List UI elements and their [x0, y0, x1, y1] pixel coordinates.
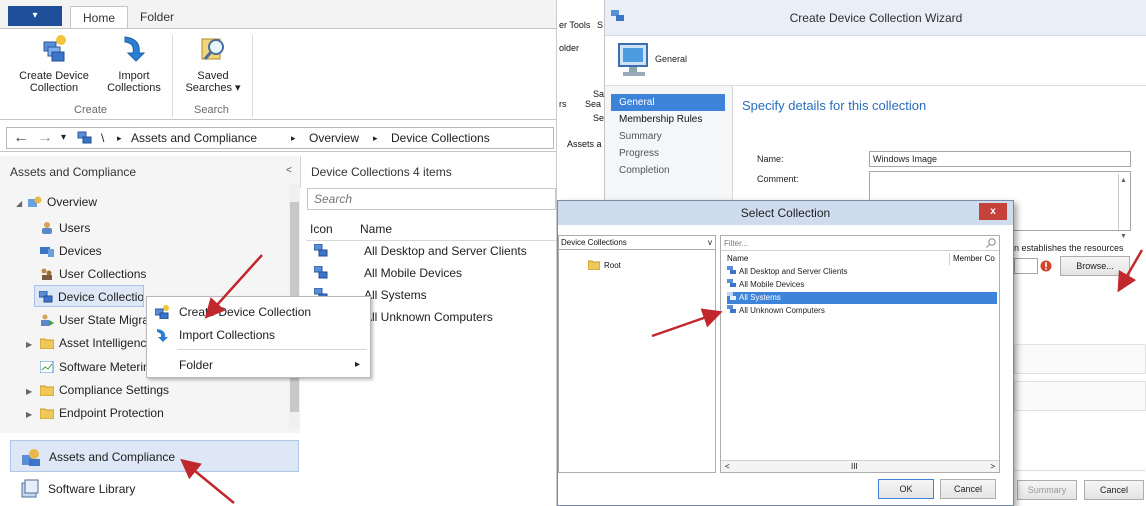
red-arrow-icon [204, 254, 263, 319]
red-arrow-icon [651, 308, 723, 338]
red-arrow-icon [1117, 249, 1144, 293]
annotation-arrows [180, 249, 1144, 504]
red-arrow-icon [180, 458, 235, 504]
